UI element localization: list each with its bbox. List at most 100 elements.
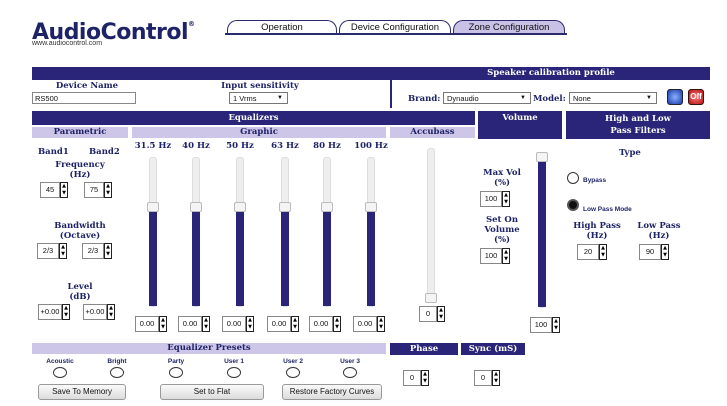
graphic-band-value[interactable]: 0.00: [353, 316, 377, 332]
preset-radio[interactable]: [110, 367, 124, 378]
volume-value[interactable]: 100: [530, 317, 552, 333]
graphic-band-slider[interactable]: [279, 157, 291, 307]
set-on-unit: (%): [493, 235, 511, 245]
graphic-band-stepper[interactable]: 0.00 ▲ ▼: [222, 316, 254, 332]
level-band1-value[interactable]: +0.00: [38, 304, 62, 320]
restore-factory-button[interactable]: Restore Factory Curves: [282, 384, 382, 400]
volume-stepper[interactable]: 100 ▲ ▼: [530, 317, 560, 333]
graphic-band-thumb[interactable]: [365, 202, 377, 212]
spin-icon[interactable]: ▲ ▼: [107, 304, 115, 320]
accubass-stepper[interactable]: 0 ▲ ▼: [419, 306, 445, 322]
volume-thumb[interactable]: [536, 152, 548, 162]
tab-zone-configuration[interactable]: Zone Configuration: [453, 20, 565, 34]
bw-band2-stepper[interactable]: 2/3 ▲ ▼: [82, 243, 112, 259]
graphic-band-slider[interactable]: [321, 157, 333, 307]
spin-icon[interactable]: ▲ ▼: [661, 244, 669, 260]
preset-radio[interactable]: [227, 367, 241, 378]
freq-band2-stepper[interactable]: 75 ▲ ▼: [84, 182, 112, 198]
bw-band1-stepper[interactable]: 2/3 ▲ ▼: [37, 243, 67, 259]
accubass-slider[interactable]: [425, 148, 437, 303]
max-vol-value[interactable]: 100: [480, 191, 502, 207]
model-select[interactable]: None ▼: [569, 92, 657, 104]
volume-fill: [538, 161, 546, 307]
volume-slider[interactable]: [536, 152, 548, 308]
freq-band1-stepper[interactable]: 45 ▲ ▼: [40, 182, 68, 198]
graphic-band-value[interactable]: 0.00: [178, 316, 202, 332]
phase-value[interactable]: 0: [403, 370, 421, 386]
graphic-band-value[interactable]: 0.00: [135, 316, 159, 332]
graphic-band-stepper[interactable]: 0.00 ▲ ▼: [267, 316, 299, 332]
graphic-band-thumb[interactable]: [147, 202, 159, 212]
tab-device-configuration[interactable]: Device Configuration: [339, 20, 451, 34]
graphic-band-value[interactable]: 0.00: [267, 316, 291, 332]
spin-icon[interactable]: ▲ ▼: [291, 316, 299, 332]
spin-icon[interactable]: ▲ ▼: [377, 316, 385, 332]
graphic-band-stepper[interactable]: 0.00 ▲ ▼: [353, 316, 385, 332]
filters-header: High and Low Pass Filters: [566, 111, 710, 139]
level-band2-value[interactable]: +0.00: [83, 304, 107, 320]
graphic-band-thumb[interactable]: [279, 202, 291, 212]
spin-icon[interactable]: ▲ ▼: [552, 317, 560, 333]
graphic-band-thumb[interactable]: [190, 202, 202, 212]
spin-icon[interactable]: ▲ ▼: [60, 182, 68, 198]
graphic-band-stepper[interactable]: 0.00 ▲ ▼: [178, 316, 210, 332]
sync-stepper[interactable]: 0 ▲ ▼: [474, 370, 500, 386]
set-on-stepper[interactable]: 100 ▲ ▼: [480, 248, 510, 264]
freq-band1-value[interactable]: 45: [40, 182, 60, 198]
bypass-radio[interactable]: [567, 172, 579, 184]
set-on-value[interactable]: 100: [480, 248, 502, 264]
max-vol-stepper[interactable]: 100 ▲ ▼: [480, 191, 510, 207]
off-icon[interactable]: Off: [688, 89, 704, 105]
brand-select[interactable]: Dynaudio ▼: [443, 92, 531, 104]
spin-icon[interactable]: ▲ ▼: [492, 370, 500, 386]
spin-icon[interactable]: ▲ ▼: [437, 306, 445, 322]
spin-icon[interactable]: ▲ ▼: [202, 316, 210, 332]
tab-operation[interactable]: Operation: [227, 20, 337, 34]
save-to-memory-button[interactable]: Save To Memory: [38, 384, 126, 400]
graphic-band-slider[interactable]: [234, 157, 246, 307]
bw-band1-value[interactable]: 2/3: [37, 243, 59, 259]
spin-icon[interactable]: ▲ ▼: [62, 304, 70, 320]
graphic-band-slider[interactable]: [190, 157, 202, 307]
graphic-band-slider[interactable]: [147, 157, 159, 307]
spin-icon[interactable]: ▲ ▼: [502, 248, 510, 264]
preset-radio[interactable]: [286, 367, 300, 378]
low-pass-value[interactable]: 90: [639, 244, 661, 260]
graphic-band-slider[interactable]: [365, 157, 377, 307]
low-pass-stepper[interactable]: 90 ▲ ▼: [639, 244, 669, 260]
spin-icon[interactable]: ▲ ▼: [333, 316, 341, 332]
spin-icon[interactable]: ▲ ▼: [502, 191, 510, 207]
accubass-value[interactable]: 0: [419, 306, 437, 322]
device-name-input[interactable]: RS500: [32, 92, 136, 104]
level-band1-stepper[interactable]: +0.00 ▲ ▼: [38, 304, 70, 320]
level-band2-stepper[interactable]: +0.00 ▲ ▼: [83, 304, 115, 320]
graphic-band-value[interactable]: 0.00: [309, 316, 333, 332]
graphic-band-thumb[interactable]: [321, 202, 333, 212]
high-pass-stepper[interactable]: 20 ▲ ▼: [577, 244, 607, 260]
preset-radio[interactable]: [53, 367, 67, 378]
info-icon[interactable]: [667, 89, 683, 105]
high-pass-value[interactable]: 20: [577, 244, 599, 260]
lowpass-mode-radio[interactable]: [567, 199, 579, 211]
set-to-flat-button[interactable]: Set to Flat: [160, 384, 264, 400]
phase-stepper[interactable]: 0 ▲ ▼: [403, 370, 429, 386]
graphic-band-stepper[interactable]: 0.00 ▲ ▼: [309, 316, 341, 332]
bw-band2-value[interactable]: 2/3: [82, 243, 104, 259]
input-sensitivity-select[interactable]: 1 Vrms ▼: [229, 92, 288, 104]
spin-icon[interactable]: ▲ ▼: [599, 244, 607, 260]
sync-value[interactable]: 0: [474, 370, 492, 386]
spin-icon[interactable]: ▲ ▼: [104, 182, 112, 198]
preset-radio[interactable]: [169, 367, 183, 378]
preset-radio[interactable]: [343, 367, 357, 378]
spin-icon[interactable]: ▲ ▼: [59, 243, 67, 259]
spin-icon[interactable]: ▲ ▼: [421, 370, 429, 386]
graphic-band-stepper[interactable]: 0.00 ▲ ▼: [135, 316, 167, 332]
graphic-band-thumb[interactable]: [234, 202, 246, 212]
spin-icon[interactable]: ▲ ▼: [246, 316, 254, 332]
spin-icon[interactable]: ▲ ▼: [104, 243, 112, 259]
website-link[interactable]: www.audiocontrol.com: [32, 40, 102, 47]
freq-band2-value[interactable]: 75: [84, 182, 104, 198]
spin-icon[interactable]: ▲ ▼: [159, 316, 167, 332]
graphic-band-value[interactable]: 0.00: [222, 316, 246, 332]
accubass-thumb[interactable]: [425, 293, 437, 303]
